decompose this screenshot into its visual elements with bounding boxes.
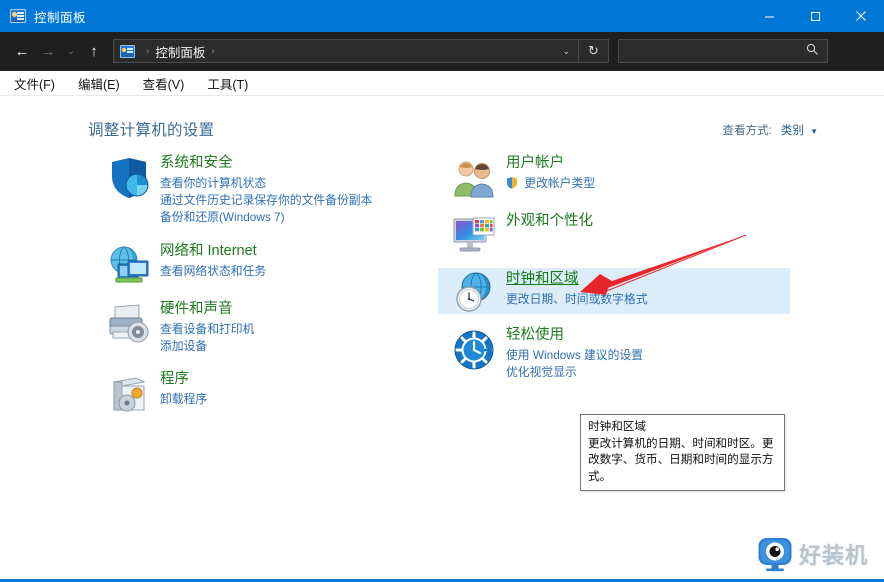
shield-security-icon (106, 156, 152, 200)
search-input[interactable] (619, 43, 806, 59)
address-bar[interactable]: › 控制面板 › ⌄ (113, 39, 579, 63)
chevron-down-icon[interactable]: ▼ (810, 127, 818, 136)
breadcrumb-separator-1: › (146, 45, 150, 57)
category-ease-of-access[interactable]: 轻松使用 使用 Windows 建议的设置 优化视觉显示 (444, 326, 799, 382)
watermark: 好装机 (757, 536, 868, 572)
content-area: 调整计算机的设置 查看方式: 类别 ▼ 系统和安全 查看你的计算机状态 通过文件… (0, 96, 884, 582)
search-box[interactable] (618, 39, 828, 63)
eye-monitor-logo (757, 536, 793, 572)
category-title[interactable]: 程序 (160, 370, 189, 389)
menu-edit[interactable]: 编辑(E) (69, 72, 129, 95)
chevron-down-icon[interactable]: ⌄ (61, 32, 81, 70)
breadcrumb-root-icon (120, 44, 135, 58)
forward-arrow-icon[interactable]: → (35, 32, 61, 70)
category-title[interactable]: 硬件和声音 (160, 300, 233, 319)
left-category-column: 系统和安全 查看你的计算机状态 通过文件历史记录保存你的文件备份副本 备份和还原… (98, 154, 458, 426)
category-title[interactable]: 用户帐户 (506, 154, 564, 173)
close-button[interactable] (838, 0, 884, 32)
category-title[interactable]: 系统和安全 (160, 154, 233, 173)
category-link[interactable]: 卸载程序 (160, 391, 458, 408)
breadcrumb-item-control-panel[interactable]: 控制面板 (155, 42, 205, 61)
network-globe-icon (106, 244, 152, 288)
breadcrumb-separator-2[interactable]: › (211, 46, 214, 57)
category-title[interactable]: 轻松使用 (506, 326, 564, 345)
view-by-label: 查看方式: (722, 125, 772, 137)
title-bar: 控制面板 (0, 0, 884, 32)
category-link[interactable]: 备份和还原(Windows 7) (160, 209, 458, 226)
uac-shield-icon (506, 177, 518, 194)
category-link-text: 更改帐户类型 (524, 176, 596, 190)
maximize-button[interactable] (792, 0, 838, 32)
clock-region-icon (452, 270, 498, 314)
navigation-bar: ← → ⌄ ↑ › 控制面板 › ⌄ ↻ (0, 32, 884, 71)
category-system-and-security[interactable]: 系统和安全 查看你的计算机状态 通过文件历史记录保存你的文件备份副本 备份和还原… (98, 154, 458, 230)
view-by-value[interactable]: 类别 (781, 125, 804, 137)
category-programs[interactable]: 程序 卸载程序 (98, 370, 458, 414)
category-link[interactable]: 添加设备 (160, 338, 458, 355)
programs-box-icon (106, 372, 152, 416)
category-user-accounts[interactable]: 用户帐户 更改帐户类型 (444, 154, 799, 200)
category-link[interactable]: 使用 Windows 建议的设置 (506, 347, 799, 364)
user-accounts-icon (452, 156, 498, 200)
search-icon[interactable] (806, 43, 827, 59)
address-dropdown-icon[interactable]: ⌄ (562, 46, 578, 57)
window-controls (746, 0, 884, 32)
control-panel-window: 控制面板 ← → ⌄ ↑ › 控制面板 › ⌄ ↻ 文件(F) 编辑(E) 查看… (0, 0, 884, 582)
category-link[interactable]: 查看网络状态和任务 (160, 263, 458, 280)
category-appearance-and-personalization[interactable]: 外观和个性化 (444, 212, 799, 256)
refresh-icon: ↻ (588, 43, 599, 58)
view-by-control: 查看方式: 类别 ▼ (722, 122, 818, 138)
category-clock-and-region[interactable]: 时钟和区域 更改日期、时间或数字格式 (438, 268, 790, 314)
category-link[interactable]: 查看设备和打印机 (160, 321, 458, 338)
category-network-and-internet[interactable]: 网络和 Internet 查看网络状态和任务 (98, 242, 458, 288)
printer-hardware-icon (106, 302, 152, 346)
category-hardware-and-sound[interactable]: 硬件和声音 查看设备和打印机 添加设备 (98, 300, 458, 358)
category-link[interactable]: 通过文件历史记录保存你的文件备份副本 (160, 192, 458, 209)
appearance-monitor-icon (452, 214, 498, 258)
page-title: 调整计算机的设置 (88, 122, 215, 139)
category-title[interactable]: 时钟和区域 (506, 270, 579, 289)
back-arrow-icon[interactable]: ← (9, 32, 35, 70)
control-panel-icon (10, 9, 26, 23)
menu-file[interactable]: 文件(F) (5, 72, 64, 95)
category-title[interactable]: 网络和 Internet (160, 242, 257, 261)
category-link[interactable]: 查看你的计算机状态 (160, 175, 458, 192)
category-link[interactable]: 更改帐户类型 (506, 175, 799, 194)
up-arrow-icon[interactable]: ↑ (81, 32, 107, 70)
tooltip-body: 更改计算机的日期、时间和时区。更改数字、货币、日期和时间的显示方式。 (588, 436, 774, 483)
watermark-text: 好装机 (798, 543, 868, 568)
window-title: 控制面板 (34, 10, 87, 25)
tooltip: 时钟和区域 更改计算机的日期、时间和时区。更改数字、货币、日期和时间的显示方式。 (580, 414, 785, 491)
category-title[interactable]: 外观和个性化 (506, 212, 593, 231)
category-link[interactable]: 更改日期、时间或数字格式 (506, 291, 790, 308)
minimize-button[interactable] (746, 0, 792, 32)
right-category-column: 用户帐户 更改帐户类型 外观和个性化 时钟和区域 更改日期、时间或数字格式 轻松… (438, 154, 799, 394)
category-link[interactable]: 优化视觉显示 (506, 364, 799, 381)
tooltip-title: 时钟和区域 (588, 420, 646, 433)
menu-view[interactable]: 查看(V) (134, 72, 194, 95)
refresh-button[interactable]: ↻ (579, 39, 609, 63)
menu-tools[interactable]: 工具(T) (198, 72, 257, 95)
ease-of-access-icon (452, 328, 498, 372)
menu-bar: 文件(F) 编辑(E) 查看(V) 工具(T) (0, 71, 884, 96)
